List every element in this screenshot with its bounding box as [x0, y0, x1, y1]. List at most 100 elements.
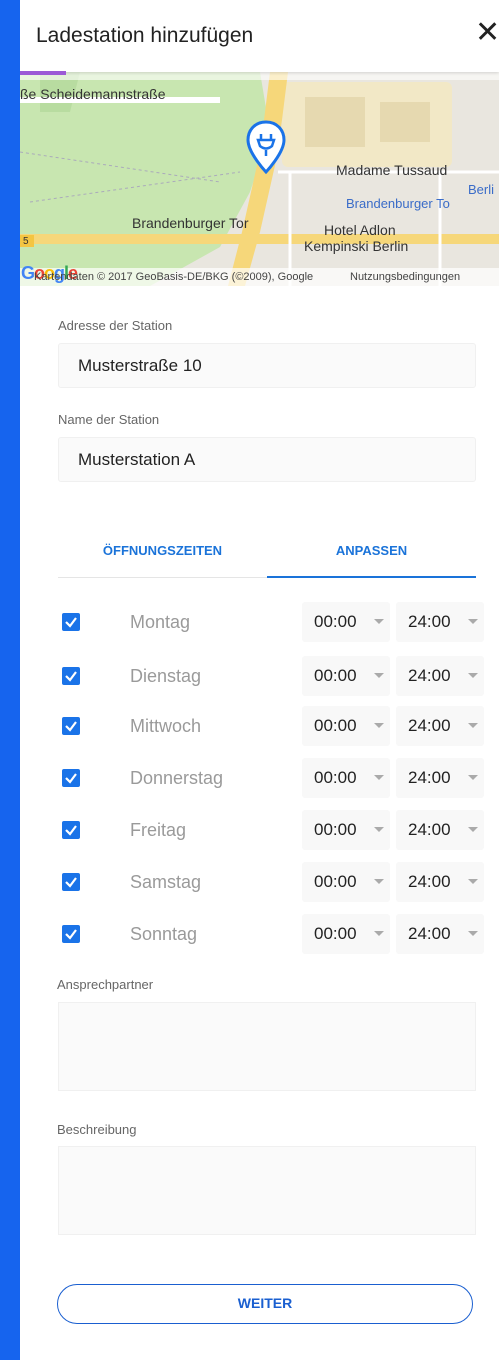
from-time-select[interactable]: 00:00 — [302, 602, 390, 642]
map-label-brandenburger-tor: Brandenburger Tor — [132, 215, 249, 231]
from-time-value: 00:00 — [314, 924, 357, 943]
address-label: Adresse der Station — [58, 318, 173, 333]
to-time-select[interactable]: 24:00 — [396, 706, 484, 746]
chevron-down-icon — [374, 723, 384, 728]
day-name: Donnerstag — [130, 768, 224, 788]
day-name: Dienstag — [130, 666, 202, 686]
close-icon[interactable]: ✕ — [475, 18, 499, 48]
map-label-madame-tussauds: Madame Tussaud — [336, 162, 448, 178]
check-icon — [65, 877, 77, 888]
contact-textarea[interactable] — [58, 1002, 476, 1091]
to-time-value: 24:00 — [408, 612, 451, 631]
chevron-down-icon — [468, 931, 478, 936]
chevron-down-icon — [468, 619, 478, 624]
from-time-select[interactable]: 00:00 — [302, 862, 390, 902]
to-time-select[interactable]: 24:00 — [396, 602, 484, 642]
chevron-down-icon — [374, 827, 384, 832]
chevron-down-icon — [468, 879, 478, 884]
day-row: Samstag 00:00 24:00 — [58, 862, 486, 902]
day-name: Freitag — [130, 820, 187, 840]
map-label-hotel-line1: Hotel Adlon — [324, 222, 396, 238]
check-icon — [65, 773, 77, 784]
map-footer: Google Kartendaten © 2017 GeoBasis-DE/BK… — [20, 263, 499, 286]
map-graphic — [20, 72, 499, 286]
map-terms-link[interactable]: Nutzungsbedingungen — [350, 271, 460, 283]
from-time-value: 00:00 — [314, 820, 357, 839]
to-time-value: 24:00 — [408, 666, 451, 685]
to-time-value: 24:00 — [408, 872, 451, 891]
road-number: 5 — [23, 236, 29, 247]
charging-pin-icon — [246, 120, 286, 175]
name-label: Name der Station — [58, 412, 160, 427]
address-input[interactable]: Musterstraße 10 — [58, 343, 476, 388]
map-attribution: Kartendaten © 2017 GeoBasis-DE/BKG (©200… — [34, 271, 314, 283]
to-time-value: 24:00 — [408, 820, 451, 839]
name-input[interactable]: Musterstation A — [58, 437, 476, 482]
day-checkbox[interactable] — [62, 925, 80, 943]
chevron-down-icon — [468, 775, 478, 780]
map[interactable]: ße Scheidemannstraße Madame Tussaud Berl… — [20, 72, 499, 286]
day-checkbox[interactable] — [62, 821, 80, 839]
from-time-value: 00:00 — [314, 768, 357, 787]
day-checkbox[interactable] — [62, 717, 80, 735]
chevron-down-icon — [374, 619, 384, 624]
page-title: Ladestation hinzufügen — [36, 24, 254, 47]
contact-label: Ansprechpartner — [57, 977, 154, 992]
chevron-down-icon — [468, 723, 478, 728]
day-row: Freitag 00:00 24:00 — [58, 810, 486, 850]
to-time-value: 24:00 — [408, 716, 451, 735]
chevron-down-icon — [374, 673, 384, 678]
from-time-select[interactable]: 00:00 — [302, 706, 390, 746]
day-checkbox[interactable] — [62, 667, 80, 685]
from-time-value: 00:00 — [314, 666, 357, 685]
to-time-select[interactable]: 24:00 — [396, 758, 484, 798]
to-time-value: 24:00 — [408, 924, 451, 943]
tab-customize[interactable]: ANPASSEN — [267, 520, 476, 578]
progress-indicator — [20, 71, 66, 75]
check-icon — [65, 721, 77, 732]
day-row: Sonntag 00:00 24:00 — [58, 914, 486, 954]
day-name: Samstag — [130, 872, 202, 892]
chevron-down-icon — [374, 879, 384, 884]
map-label-berlin: Berli — [468, 182, 495, 197]
to-time-value: 24:00 — [408, 768, 451, 787]
day-row: Montag 00:00 24:00 — [58, 602, 486, 642]
description-label: Beschreibung — [57, 1122, 137, 1137]
day-row: Dienstag 00:00 24:00 — [58, 656, 486, 696]
chevron-down-icon — [468, 827, 478, 832]
next-button[interactable]: WEITER — [57, 1284, 473, 1324]
map-label-street: ße Scheidemannstraße — [20, 86, 166, 102]
description-textarea[interactable] — [58, 1146, 476, 1235]
day-checkbox[interactable] — [62, 873, 80, 891]
from-time-select[interactable]: 00:00 — [302, 914, 390, 954]
map-label-hotel-line2: Kempinski Berlin — [304, 238, 409, 254]
to-time-select[interactable]: 24:00 — [396, 862, 484, 902]
tab-opening-hours[interactable]: ÖFFNUNGSZEITEN — [58, 520, 267, 578]
check-icon — [65, 671, 77, 682]
chevron-down-icon — [468, 673, 478, 678]
from-time-select[interactable]: 00:00 — [302, 656, 390, 696]
map-label-brandenburger-tor-blue: Brandenburger To — [346, 196, 450, 211]
to-time-select[interactable]: 24:00 — [396, 810, 484, 850]
day-row: Donnerstag 00:00 24:00 — [58, 758, 486, 798]
chevron-down-icon — [374, 931, 384, 936]
from-time-select[interactable]: 00:00 — [302, 758, 390, 798]
from-time-value: 00:00 — [314, 872, 357, 891]
to-time-select[interactable]: 24:00 — [396, 656, 484, 696]
to-time-select[interactable]: 24:00 — [396, 914, 484, 954]
day-checkbox[interactable] — [62, 769, 80, 787]
day-name: Montag — [130, 612, 191, 632]
day-checkbox[interactable] — [62, 613, 80, 631]
from-time-value: 00:00 — [314, 716, 357, 735]
chevron-down-icon — [374, 775, 384, 780]
check-icon — [65, 825, 77, 836]
check-icon — [65, 929, 77, 940]
tab-bar: ÖFFNUNGSZEITEN ANPASSEN — [58, 520, 476, 580]
add-station-panel: Ladestation hinzufügen ✕ ße Scheidemanns… — [20, 0, 499, 1360]
from-time-value: 00:00 — [314, 612, 357, 631]
tab-active-indicator — [267, 576, 476, 578]
day-name: Mittwoch — [130, 716, 202, 736]
header: Ladestation hinzufügen ✕ — [20, 0, 499, 72]
from-time-select[interactable]: 00:00 — [302, 810, 390, 850]
day-row: Mittwoch 00:00 24:00 — [58, 706, 486, 746]
